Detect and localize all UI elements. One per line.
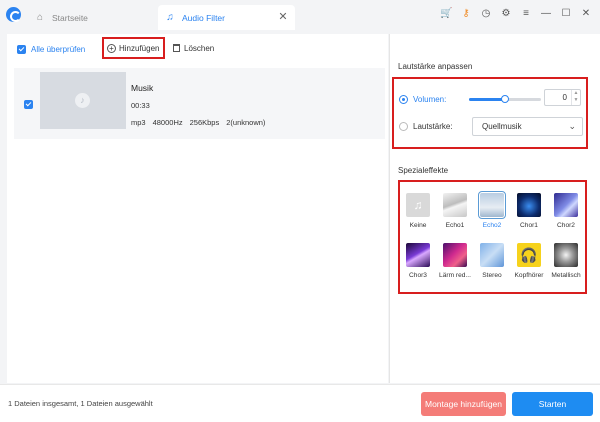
chevron-down-icon: ⌄ (568, 121, 576, 131)
lautstaerke-select-value: Quellmusik (482, 122, 522, 131)
effect-label: Chor1 (520, 222, 538, 229)
effect-keine[interactable]: ♫ Keine (399, 193, 437, 229)
effect-laermreduktion[interactable]: Lärm red... (436, 243, 474, 279)
noise-reduction-icon (443, 243, 467, 267)
effects-section-title: Spezialeffekte (398, 166, 449, 175)
list-item[interactable]: ♪ Musik 00:33 mp3 48000Hz 256Kbps 2(unkn… (14, 68, 385, 139)
gear-icon[interactable]: ⚙ (500, 8, 512, 20)
echo2-icon (478, 191, 506, 219)
volume-value[interactable]: 0 (545, 90, 573, 105)
close-icon[interactable]: ✕ (580, 8, 592, 20)
volumen-radio[interactable] (399, 95, 408, 104)
effect-stereo[interactable]: Stereo (473, 243, 511, 279)
title-bar: ⌂ Startseite ♫ Audio Filter ✕ 🛒 ⚷ ◷ ⚙ ≡ … (0, 0, 600, 34)
start-button[interactable]: Starten (512, 392, 593, 416)
volume-slider-fill (469, 98, 505, 101)
file-name: Musik (131, 83, 154, 93)
stereo-icon (480, 243, 504, 267)
no-effect-icon: ♫ (406, 193, 430, 217)
chor1-icon (517, 193, 541, 217)
select-all-toggle[interactable]: Alle überprüfen (17, 40, 85, 58)
tab-audio-filter-label: Audio Filter (182, 12, 225, 23)
volume-slider-handle[interactable] (501, 95, 509, 103)
chor2-icon (554, 193, 578, 217)
tab-startseite-label: Startseite (52, 12, 88, 23)
file-sample-rate: 48000Hz (152, 118, 183, 127)
file-duration: 00:33 (131, 101, 150, 110)
add-montage-button[interactable]: Montage hinzufügen (421, 392, 506, 416)
effect-label: Chor2 (557, 222, 575, 229)
metallic-icon (554, 243, 578, 267)
headphones-icon: 🎧 (517, 243, 541, 267)
music-note-icon: ♫ (166, 12, 174, 23)
selection-summary: 1 Dateien insgesamt, 1 Dateien ausgewähl… (8, 399, 153, 408)
effect-echo1[interactable]: Echo1 (436, 193, 474, 229)
select-all-label[interactable]: Alle überprüfen (31, 45, 85, 54)
effect-chor1[interactable]: Chor1 (510, 193, 548, 229)
effect-metallisch[interactable]: Metallisch (547, 243, 585, 279)
effect-label: Lärm red... (439, 272, 471, 279)
chevron-down-icon[interactable]: ▼ (572, 97, 580, 104)
effect-label: Chor3 (409, 272, 427, 279)
file-format: mp3 (131, 118, 146, 127)
volumen-label: Volumen: (413, 95, 447, 104)
delete-button-label: Löschen (184, 43, 215, 53)
effect-chor3[interactable]: Chor3 (399, 243, 437, 279)
effect-label: Stereo (482, 272, 502, 279)
stepper-arrows[interactable]: ▲ ▼ (571, 90, 580, 105)
lautstaerke-label: Lautstärke: (413, 122, 453, 131)
effect-chor2[interactable]: Chor2 (547, 193, 585, 229)
chor3-icon (406, 243, 430, 267)
add-button-label: Hinzufügen (119, 43, 160, 53)
add-button[interactable]: + Hinzufügen (102, 37, 165, 59)
echo1-icon (443, 193, 467, 217)
effect-label: Kopfhörer (514, 272, 544, 279)
cart-icon[interactable]: 🛒 (440, 8, 452, 20)
tab-startseite[interactable]: ⌂ Startseite (28, 5, 158, 30)
lautstaerke-radio[interactable] (399, 122, 408, 131)
tab-close-icon[interactable]: ✕ (277, 11, 289, 23)
trash-icon (173, 44, 180, 52)
file-meta: mp3 48000Hz 256Kbps 2(unknown) (131, 118, 265, 127)
file-checkbox[interactable] (24, 100, 33, 109)
home-icon: ⌂ (36, 12, 44, 23)
lautstaerke-select[interactable]: Quellmusik ⌄ (472, 117, 583, 136)
volume-box (392, 77, 588, 149)
volume-section-title: Lautstärke anpassen (398, 62, 473, 71)
minimize-icon[interactable]: — (540, 8, 552, 20)
effect-label: Metallisch (551, 272, 581, 279)
key-icon[interactable]: ⚷ (460, 8, 472, 20)
window-controls: 🛒 ⚷ ◷ ⚙ ≡ — ☐ ✕ (440, 8, 592, 20)
music-note-icon: ♪ (75, 93, 90, 108)
effect-label: Echo2 (482, 222, 502, 229)
volume-slider[interactable] (469, 95, 541, 103)
delete-button[interactable]: Löschen (173, 40, 214, 56)
effect-echo2[interactable]: Echo2 (473, 191, 511, 229)
file-bitrate: 256Kbps (189, 118, 220, 127)
select-all-checkbox[interactable] (17, 44, 26, 54)
chevron-up-icon[interactable]: ▲ (572, 90, 580, 97)
app-logo (6, 7, 21, 22)
maximize-icon[interactable]: ☐ (560, 8, 572, 20)
tab-audio-filter[interactable]: ♫ Audio Filter ✕ (158, 5, 295, 30)
volume-stepper[interactable]: 0 ▲ ▼ (544, 89, 581, 106)
menu-icon[interactable]: ≡ (520, 8, 532, 20)
effect-label: Keine (409, 222, 427, 229)
file-channels: 2(unknown) (226, 118, 266, 127)
clock-icon[interactable]: ◷ (480, 8, 492, 20)
file-thumbnail: ♪ (40, 72, 126, 129)
add-circle-icon: + (107, 43, 116, 53)
effect-kopfhoerer[interactable]: 🎧 Kopfhörer (510, 243, 548, 279)
effect-label: Echo1 (445, 222, 465, 229)
